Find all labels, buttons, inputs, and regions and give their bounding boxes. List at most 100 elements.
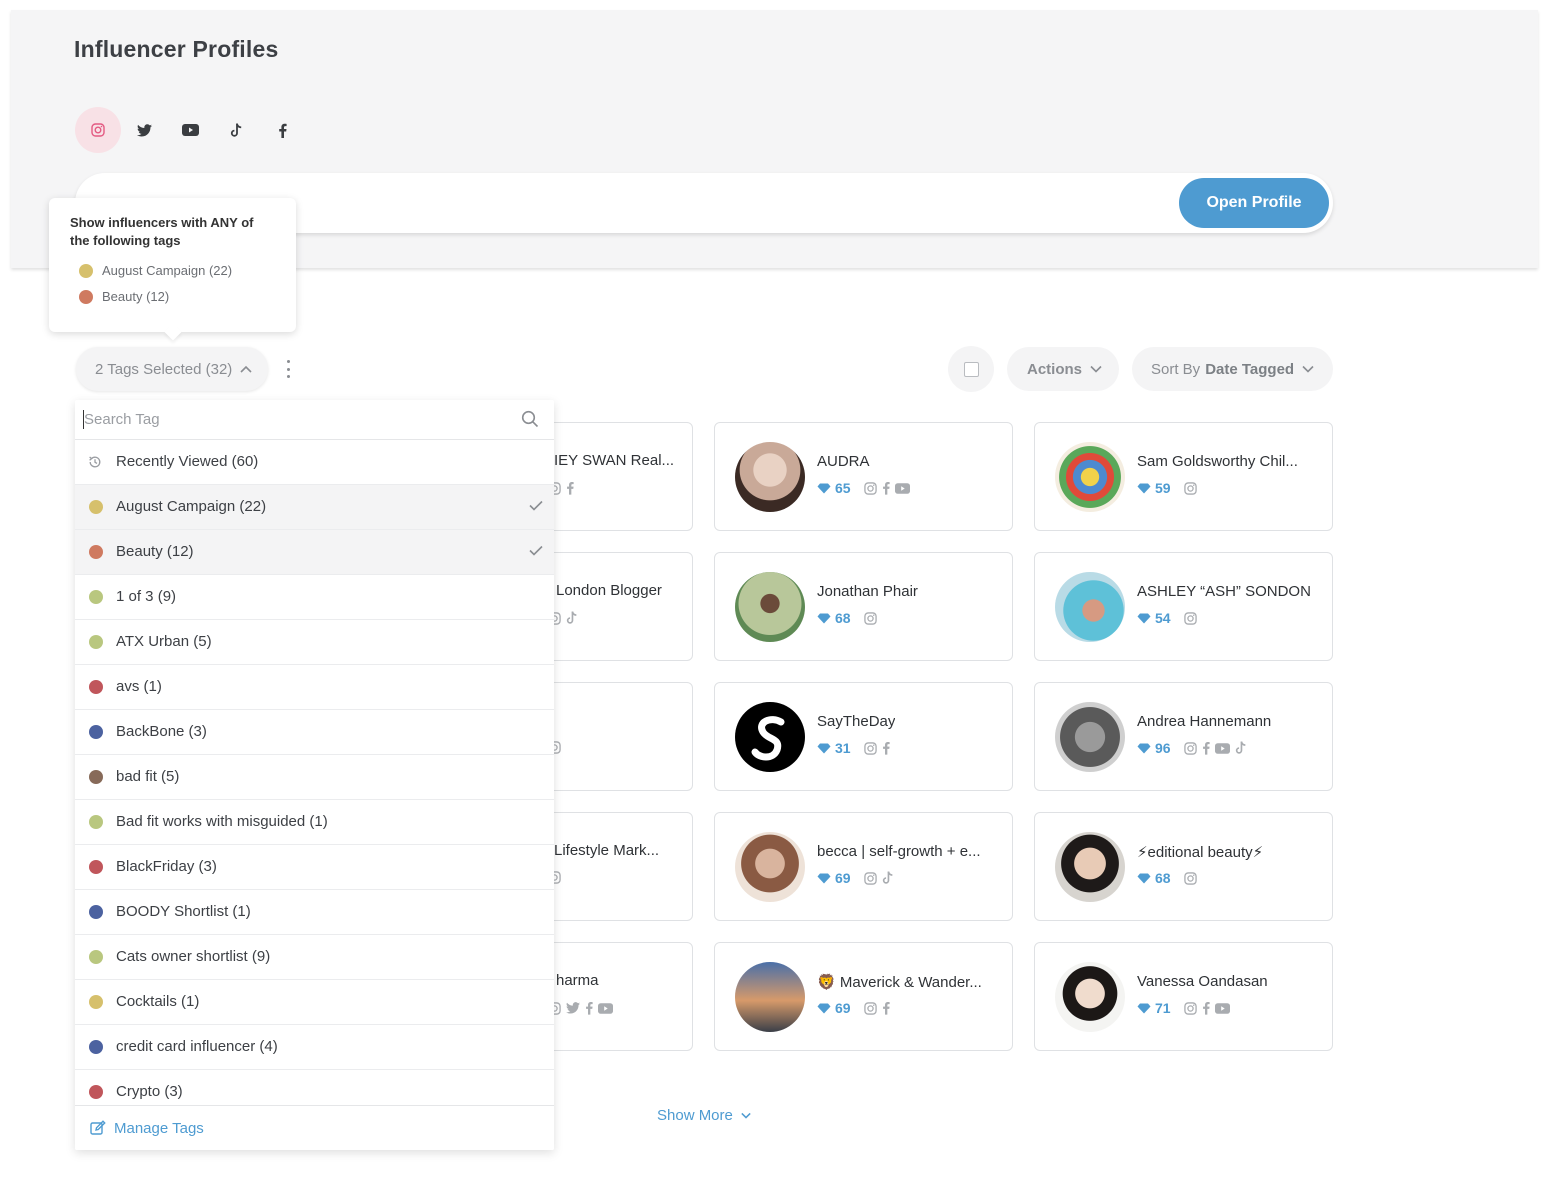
tag-option[interactable]: BlackFriday (3) — [75, 845, 554, 890]
avatar — [1055, 962, 1125, 1032]
open-profile-button[interactable]: Open Profile — [1179, 178, 1329, 228]
tag-option[interactable]: August Campaign (22) — [75, 485, 554, 530]
tag-option-label: Cocktails (1) — [116, 993, 200, 1010]
card-name: AUDRA — [817, 453, 870, 470]
tag-option[interactable]: Cocktails (1) — [75, 980, 554, 1025]
card-name: becca | self-growth + e... — [817, 843, 981, 860]
show-more-button[interactable]: Show More — [657, 1107, 751, 1124]
tag-option-label: BackBone (3) — [116, 723, 207, 740]
tag-color-dot — [79, 289, 93, 304]
card-meta: 68 — [817, 610, 877, 626]
influencer-card[interactable]: Andrea Hannemann 96 — [1034, 682, 1333, 791]
select-all-checkbox[interactable] — [948, 346, 994, 392]
diamond-icon — [1137, 743, 1151, 753]
engagement-score: 68 — [817, 610, 851, 626]
instagram-filter-button[interactable] — [75, 107, 121, 153]
engagement-score: 96 — [1137, 740, 1171, 756]
tag-color-dot — [89, 860, 103, 874]
score-value: 68 — [835, 610, 851, 626]
avatar — [735, 702, 805, 772]
card-name: London Blogger — [556, 582, 662, 599]
avatar — [1055, 572, 1125, 642]
influencer-card[interactable]: ⚡editional beauty⚡ 68 — [1034, 812, 1333, 921]
youtube-filter-button[interactable] — [167, 107, 213, 153]
tag-option-label: BlackFriday (3) — [116, 858, 217, 875]
tag-option[interactable]: credit card influencer (4) — [75, 1025, 554, 1070]
instagram-icon — [863, 741, 877, 755]
tag-option[interactable]: bad fit (5) — [75, 755, 554, 800]
tags-selected-button[interactable]: 2 Tags Selected (32) — [76, 347, 268, 391]
influencer-card[interactable]: becca | self-growth + e... 69 — [714, 812, 1013, 921]
tiktok-icon — [230, 123, 241, 137]
page-title: Influencer Profiles — [74, 36, 279, 62]
tag-option[interactable]: Bad fit works with misguided (1) — [75, 800, 554, 845]
more-options-icon[interactable] — [282, 360, 294, 378]
youtube-icon — [894, 482, 910, 494]
influencer-card[interactable]: AUDRA 65 — [714, 422, 1013, 531]
tag-option[interactable]: avs (1) — [75, 665, 554, 710]
instagram-icon — [1183, 611, 1197, 625]
facebook-filter-button[interactable] — [259, 107, 305, 153]
diamond-icon — [817, 483, 831, 493]
tag-option[interactable]: BOODY Shortlist (1) — [75, 890, 554, 935]
card-meta: 96 — [1137, 740, 1247, 756]
tag-filter-dropdown: Search Tag Recently Viewed (60) August Ca… — [75, 400, 554, 1150]
card-meta: 54 — [1137, 610, 1197, 626]
tag-option[interactable]: 1 of 3 (9) — [75, 575, 554, 620]
tags-selected-label: 2 Tags Selected (32) — [95, 360, 233, 378]
tag-option-label: ATX Urban (5) — [116, 633, 212, 650]
score-value: 65 — [835, 480, 851, 496]
tag-color-dot — [89, 905, 103, 919]
chevron-down-icon — [1090, 365, 1102, 373]
chevron-down-icon — [1302, 365, 1314, 373]
influencer-card[interactable]: 🦁 Maverick & Wander... 69 — [714, 942, 1013, 1051]
tag-option-label: Bad fit works with misguided (1) — [116, 813, 328, 830]
card-name: ⚡editional beauty⚡ — [1137, 844, 1264, 861]
card-name: SayTheDay — [817, 713, 896, 730]
influencer-card[interactable]: Jonathan Phair 68 — [714, 552, 1013, 661]
diamond-icon — [1137, 1003, 1151, 1013]
card-name: Vanessa Oandasan — [1137, 973, 1268, 990]
card-socials — [863, 611, 877, 625]
tiktok-filter-button[interactable] — [213, 107, 259, 153]
avatar — [735, 572, 805, 642]
tag-color-dot — [79, 263, 93, 278]
tag-search-input[interactable]: Search Tag — [83, 410, 160, 429]
score-value: 69 — [835, 870, 851, 886]
tag-option[interactable]: ATX Urban (5) — [75, 620, 554, 665]
score-value: 68 — [1155, 870, 1171, 886]
actions-dropdown[interactable]: Actions — [1007, 347, 1119, 391]
tag-color-dot — [89, 815, 103, 829]
influencer-card[interactable]: Sam Goldsworthy Chil... 59 — [1034, 422, 1333, 531]
manage-tags-link[interactable]: Manage Tags — [75, 1105, 554, 1150]
diamond-icon — [817, 1003, 831, 1013]
tag-option[interactable]: Cats owner shortlist (9) — [75, 935, 554, 980]
engagement-score: 31 — [817, 740, 851, 756]
facebook-icon — [586, 1001, 593, 1015]
twitter-filter-button[interactable] — [121, 107, 167, 153]
actions-label: Actions — [1027, 360, 1083, 378]
card-socials — [548, 1001, 613, 1015]
engagement-score: 71 — [1137, 1000, 1171, 1016]
tag-option[interactable]: BackBone (3) — [75, 710, 554, 755]
instagram-icon — [91, 123, 105, 137]
tag-color-dot — [89, 725, 103, 739]
card-meta: 31 — [817, 740, 890, 756]
tag-option-label: Recently Viewed (60) — [116, 453, 259, 470]
tag-color-dot — [89, 500, 103, 514]
search-icon[interactable] — [521, 410, 539, 428]
tag-option[interactable]: Beauty (12) — [75, 530, 554, 575]
influencer-card[interactable]: Vanessa Oandasan 71 — [1034, 942, 1333, 1051]
influencer-card[interactable]: SayTheDay 31 — [714, 682, 1013, 791]
engagement-score: 69 — [817, 1000, 851, 1016]
tag-search: Search Tag — [75, 400, 554, 440]
influencer-card[interactable]: ASHLEY “ASH” SONDON 54 — [1034, 552, 1333, 661]
tag-option-label: Cats owner shortlist (9) — [116, 948, 271, 965]
diamond-icon — [817, 873, 831, 883]
history-icon — [89, 456, 101, 468]
sort-dropdown[interactable]: Sort By Date Tagged — [1132, 347, 1333, 391]
card-meta: 69 — [817, 1000, 890, 1016]
tag-option[interactable]: Recently Viewed (60) — [75, 440, 554, 485]
tooltip-tag-label: Beauty (12) — [102, 289, 170, 304]
tag-option-label: BOODY Shortlist (1) — [116, 903, 251, 920]
